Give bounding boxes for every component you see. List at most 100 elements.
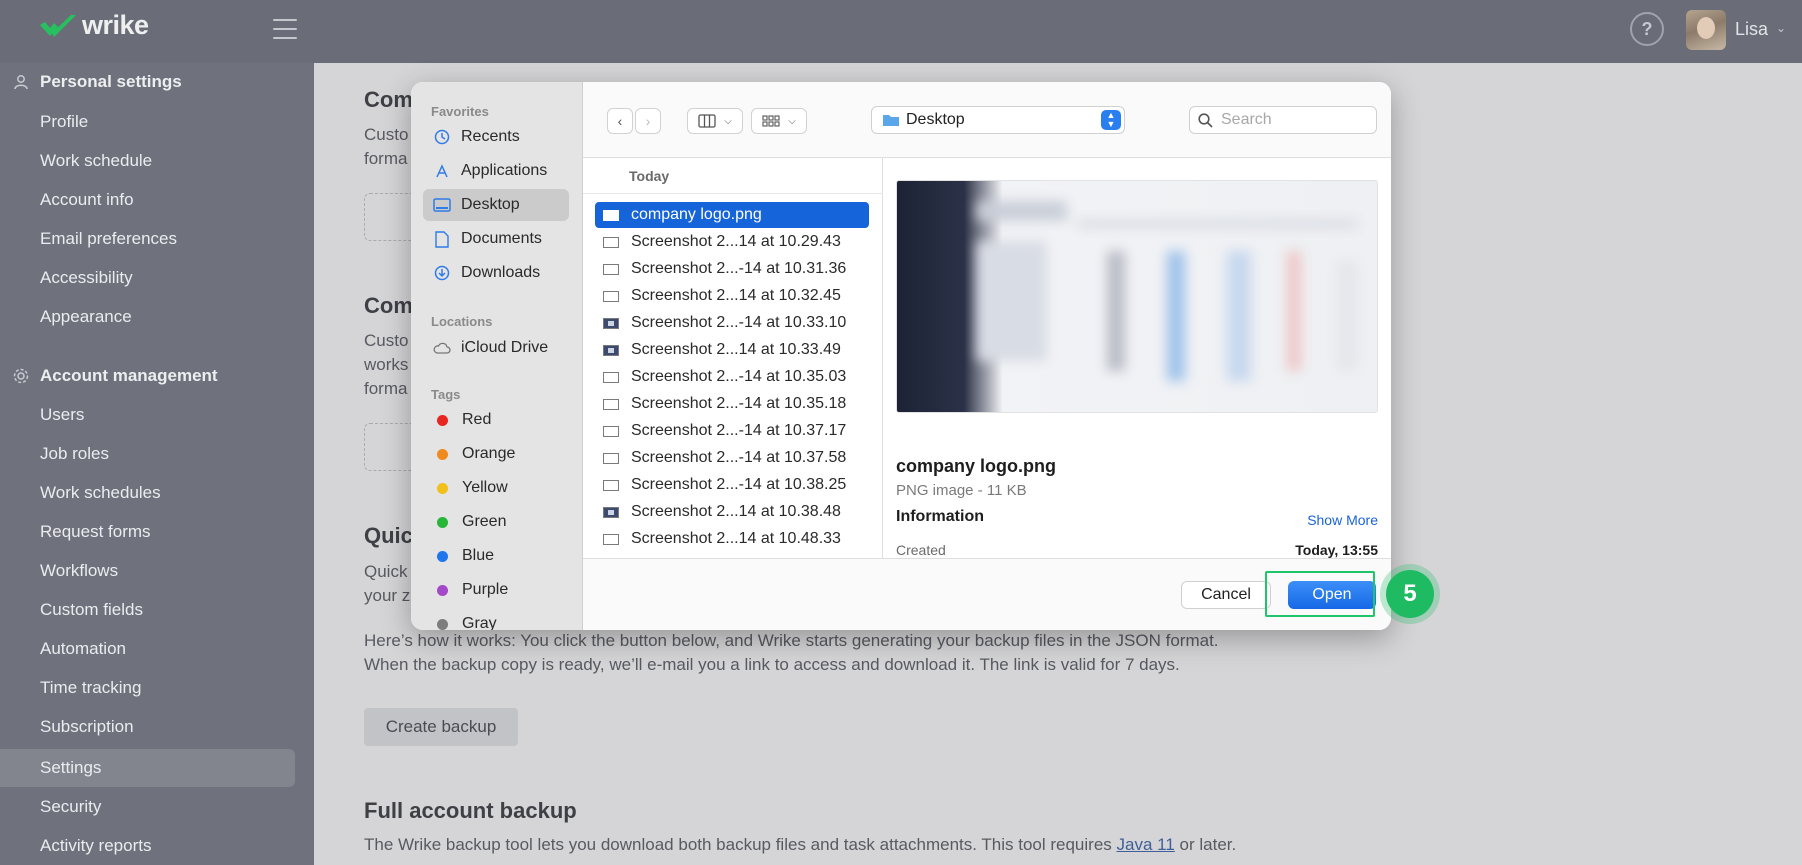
sidebar-item-custom-fields[interactable]: Custom fields: [0, 591, 295, 629]
list-item[interactable]: Screenshot 2...-14 at 10.33.10: [595, 310, 869, 336]
sidebar-item-request-forms[interactable]: Request forms: [0, 513, 295, 551]
sidebar-item-applications[interactable]: Applications: [423, 155, 569, 187]
sidebar-item-automation[interactable]: Automation: [0, 630, 295, 668]
applications-icon: [433, 162, 451, 180]
list-item[interactable]: Screenshot 2...-14 at 10.38.25: [595, 472, 869, 498]
sidebar-item-accessibility[interactable]: Accessibility: [0, 259, 295, 297]
section-heading: Quic: [364, 523, 413, 548]
search-input[interactable]: [1221, 111, 1361, 129]
sidebar-item-users[interactable]: Users: [0, 396, 295, 434]
help-button[interactable]: ?: [1630, 12, 1664, 46]
person-icon: [12, 73, 30, 91]
sidebar-item-profile[interactable]: Profile: [0, 103, 295, 141]
cloud-icon: [433, 339, 451, 357]
show-more-link[interactable]: Show More: [1307, 512, 1378, 528]
list-item[interactable]: Screenshot 2...14 at 10.29.43: [595, 229, 869, 255]
tag-dot-icon: [437, 550, 448, 562]
list-item[interactable]: Screenshot 2...-14 at 10.35.18: [595, 391, 869, 417]
sidebar-item-downloads[interactable]: Downloads: [423, 257, 569, 289]
preview-info-title: Information: [896, 508, 984, 525]
preview-file-name: company logo.png: [896, 456, 1056, 476]
chevron-down-icon: ⌵: [788, 115, 796, 127]
list-item[interactable]: Screenshot 2...-14 at 10.37.17: [595, 418, 869, 444]
list-item[interactable]: Screenshot 2...-14 at 10.31.36: [595, 256, 869, 282]
tag-blue[interactable]: Blue: [423, 540, 569, 572]
image-file-icon: [603, 452, 619, 464]
list-item[interactable]: company logo.png: [595, 202, 869, 228]
list-item[interactable]: Screenshot 2...-14 at 10.37.58: [595, 445, 869, 471]
list-item[interactable]: Screenshot 2...14 at 10.48.33: [595, 526, 869, 552]
list-item[interactable]: Screenshot 2...14 at 10.32.45: [595, 283, 869, 309]
tag-purple[interactable]: Purple: [423, 574, 569, 606]
backup-description: Here’s how it works: You click the butto…: [364, 631, 1219, 650]
sidebar-item-work-schedule[interactable]: Work schedule: [0, 142, 295, 180]
select-stepper-icon: ▲ ▼: [1101, 110, 1121, 130]
wrike-check-icon: [40, 14, 76, 37]
sidebar-item-time-tracking[interactable]: Time tracking: [0, 669, 295, 707]
list-item[interactable]: Screenshot 2...-14 at 10.35.03: [595, 364, 869, 390]
sidebar-item-security[interactable]: Security: [0, 788, 295, 826]
tag-yellow[interactable]: Yellow: [423, 472, 569, 504]
forward-button[interactable]: ›: [635, 108, 661, 134]
section-text: forma: [364, 379, 408, 398]
tag-orange[interactable]: Orange: [423, 438, 569, 470]
tag-dot-icon: [437, 584, 448, 596]
image-file-icon: [603, 506, 619, 518]
personal-settings-header: Personal settings: [0, 67, 314, 97]
file-open-dialog: Favorites Recents Applications Desktop D…: [411, 82, 1391, 630]
file-list: Today company logo.png Screenshot 2...14…: [583, 158, 883, 558]
avatar[interactable]: [1686, 10, 1726, 50]
create-backup-button[interactable]: Create backup: [364, 708, 518, 746]
document-icon: [433, 230, 451, 248]
image-file-icon: [603, 263, 619, 275]
created-label: Created: [896, 542, 946, 558]
search-field[interactable]: [1189, 106, 1377, 134]
chevron-down-icon: ⌵: [724, 115, 732, 127]
sidebar-item-icloud-drive[interactable]: iCloud Drive: [423, 332, 569, 364]
cancel-button[interactable]: Cancel: [1181, 581, 1271, 609]
column-view-button[interactable]: ⌵: [687, 108, 743, 134]
sidebar-item-appearance[interactable]: Appearance: [0, 298, 295, 336]
columns-icon: [698, 114, 716, 128]
image-file-icon: [603, 317, 619, 329]
tag-dot-icon: [437, 448, 448, 460]
step-badge: 5: [1386, 570, 1434, 618]
group-view-button[interactable]: ⌵: [751, 108, 807, 134]
folder-select[interactable]: Desktop ▲ ▼: [871, 106, 1125, 134]
tag-green[interactable]: Green: [423, 506, 569, 538]
sidebar-item-account-info[interactable]: Account info: [0, 181, 295, 219]
list-item[interactable]: Screenshot 2...14 at 10.38.48: [595, 499, 869, 525]
java-link[interactable]: Java 11: [1117, 835, 1175, 854]
full-backup-text: The Wrike backup tool lets you download …: [364, 835, 1237, 854]
list-item[interactable]: Screenshot 2...14 at 10.33.49: [595, 337, 869, 363]
account-management-title: Account management: [40, 366, 218, 385]
settings-sidebar: Personal settings Profile Work schedule …: [0, 63, 314, 865]
sidebar-item-recents[interactable]: Recents: [423, 121, 569, 153]
section-text: Quick: [364, 562, 408, 581]
grid-icon: [762, 115, 780, 127]
back-button[interactable]: ‹: [607, 108, 633, 134]
sidebar-item-email-preferences[interactable]: Email preferences: [0, 220, 295, 258]
menu-toggle-icon[interactable]: [273, 19, 297, 39]
wrike-logo[interactable]: wrike: [38, 10, 149, 41]
section-text: Custo: [364, 331, 409, 350]
image-file-icon: [603, 533, 619, 545]
chevron-down-icon[interactable]: ⌄: [1776, 21, 1786, 35]
tag-dot-icon: [437, 414, 448, 426]
sidebar-item-workflows[interactable]: Workflows: [0, 552, 295, 590]
tag-gray[interactable]: Gray: [423, 608, 569, 630]
account-management-header: Account management: [0, 361, 314, 391]
sidebar-item-work-schedules[interactable]: Work schedules: [0, 474, 295, 512]
tag-red[interactable]: Red: [423, 404, 569, 436]
image-file-icon: [603, 398, 619, 410]
sidebar-item-documents[interactable]: Documents: [423, 223, 569, 255]
sidebar-item-settings[interactable]: Settings: [0, 749, 295, 787]
search-icon: [1198, 112, 1213, 128]
sidebar-item-desktop[interactable]: Desktop: [423, 189, 569, 221]
sidebar-item-activity-reports[interactable]: Activity reports: [0, 827, 295, 865]
sidebar-item-job-roles[interactable]: Job roles: [0, 435, 295, 473]
user-name[interactable]: Lisa: [1735, 19, 1768, 40]
image-file-icon: [603, 425, 619, 437]
sidebar-item-subscription[interactable]: Subscription: [0, 708, 295, 746]
preview-file-type: PNG image - 11 KB: [896, 482, 1027, 499]
